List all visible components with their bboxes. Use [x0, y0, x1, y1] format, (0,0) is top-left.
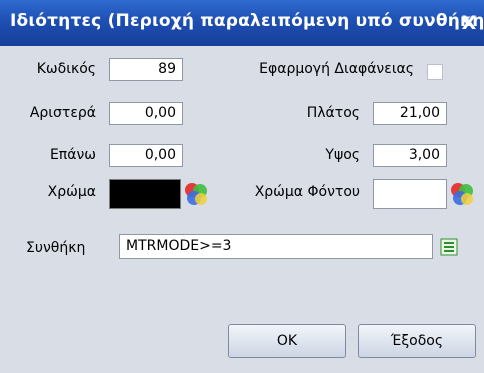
- properties-dialog: Ιδιότητες (Περιοχή παραλειπόμενη υπό συν…: [0, 0, 484, 373]
- dialog-body: Κωδικός 89 Αριστερά 0,00 Επάνω 0,00 Χρώμ…: [0, 46, 484, 373]
- title-bar[interactable]: Ιδιότητες (Περιοχή παραλειπόμενη υπό συν…: [0, 0, 484, 46]
- list-icon[interactable]: [439, 237, 459, 257]
- color-swatch[interactable]: [109, 179, 181, 209]
- color-palette-icon[interactable]: [182, 180, 210, 208]
- left-field[interactable]: 0,00: [109, 102, 183, 125]
- transparency-checkbox[interactable]: [427, 64, 443, 80]
- color-label: Χρώμα: [47, 184, 96, 200]
- close-button[interactable]: X: [458, 11, 480, 35]
- top-field[interactable]: 0,00: [109, 144, 183, 167]
- color-palette-icon[interactable]: [448, 180, 476, 208]
- left-label: Αριστερά: [29, 105, 96, 121]
- condition-label: Συνθήκη: [26, 240, 86, 256]
- height-label: Υψος: [325, 147, 360, 163]
- condition-field[interactable]: MTRMODE>=3: [119, 234, 433, 259]
- exit-button[interactable]: Έξοδος: [358, 324, 476, 358]
- width-label: Πλάτος: [306, 105, 360, 121]
- bgcolor-label: Χρώμα Φόντου: [254, 184, 360, 200]
- ok-button[interactable]: OK: [228, 324, 346, 358]
- bgcolor-swatch[interactable]: [373, 179, 447, 209]
- height-field[interactable]: 3,00: [373, 144, 447, 167]
- code-label: Κωδικός: [36, 61, 96, 77]
- transparency-label: Εφαρμογή Διαφάνειας: [259, 61, 414, 77]
- top-label: Επάνω: [49, 147, 96, 163]
- code-field[interactable]: 89: [109, 58, 183, 81]
- dialog-title: Ιδιότητες (Περιοχή παραλειπόμενη υπό συν…: [10, 11, 484, 31]
- width-field[interactable]: 21,00: [373, 102, 447, 125]
